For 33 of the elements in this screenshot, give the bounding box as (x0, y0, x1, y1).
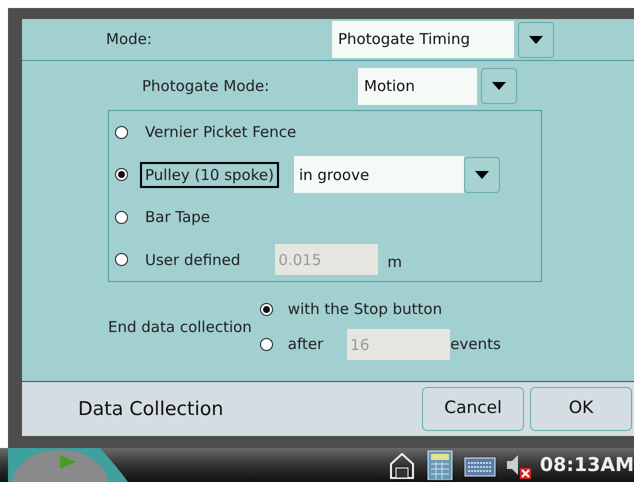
radio-button[interactable] (115, 253, 128, 266)
choice-label[interactable]: with the Stop button (288, 298, 442, 321)
dialog-button[interactable]: OK (530, 387, 632, 431)
start-button[interactable] (8, 448, 128, 482)
end-collection-label: End data collection (108, 316, 252, 338)
option-label[interactable]: Pulley (10 spoke) (140, 162, 279, 188)
radio-button[interactable] (260, 303, 273, 316)
option-label[interactable]: User defined (140, 246, 246, 273)
dropdown-button[interactable] (481, 68, 517, 104)
caret-icon (529, 36, 543, 44)
dropdown-field[interactable]: Photogate Timing (332, 21, 514, 58)
option-label[interactable]: Vernier Picket Fence (140, 119, 302, 146)
option-label[interactable]: Bar Tape (140, 204, 216, 230)
radio-button[interactable] (115, 126, 128, 139)
dropdown-button[interactable] (518, 22, 554, 58)
caret-icon (492, 82, 506, 90)
unit-label: events (450, 334, 501, 356)
home-icon[interactable] (388, 450, 416, 480)
footer-title: Data Collection (78, 396, 224, 422)
caret-icon (474, 170, 489, 179)
clock: 08:13AM (540, 452, 634, 478)
mode-label: Mode: (106, 29, 152, 50)
dropdown-field[interactable]: Motion (358, 68, 477, 104)
calculator-icon[interactable] (426, 450, 454, 480)
radio-button[interactable] (115, 168, 128, 182)
unit-label: m (387, 252, 402, 272)
radio-button[interactable] (260, 338, 273, 351)
dropdown-field[interactable]: in groove (294, 156, 464, 194)
radio-button[interactable] (115, 210, 128, 224)
dialog-button[interactable]: Cancel (422, 387, 524, 431)
photogate-mode-label: Photogate Mode: (142, 76, 270, 97)
dropdown-button[interactable] (464, 156, 500, 193)
choice-label[interactable]: after (288, 333, 324, 356)
